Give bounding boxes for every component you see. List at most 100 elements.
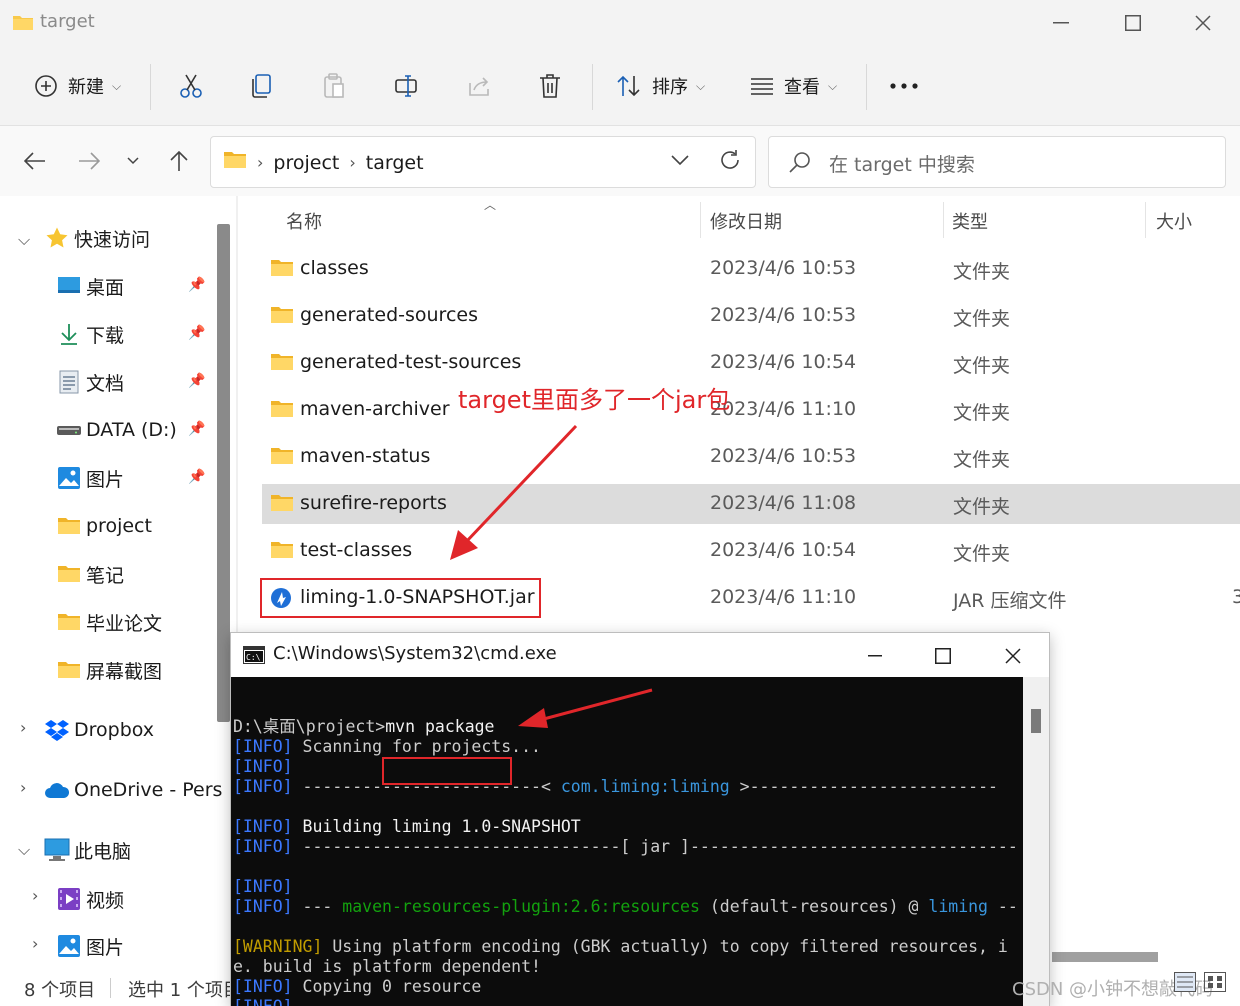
more-button[interactable] — [890, 68, 918, 104]
log-text: --------------------------------[ jar ]-… — [292, 837, 1018, 856]
sidebar-item-label: 下载 — [86, 324, 125, 347]
pin-icon[interactable]: 📌 — [188, 469, 205, 485]
file-row[interactable]: maven-status 2023/4/6 10:53 文件夹 — [262, 437, 1240, 477]
log-tag: [INFO] — [233, 897, 293, 916]
minimize-button[interactable] — [1036, 6, 1086, 40]
file-row[interactable]: surefire-reports 2023/4/6 11:08 文件夹 — [262, 484, 1240, 524]
sort-button[interactable]: 排序 ⌵ — [616, 68, 705, 104]
cmd-close-button[interactable] — [991, 641, 1035, 671]
file-row[interactable]: generated-test-sources 2023/4/6 10:54 文件… — [262, 343, 1240, 383]
chevron-right-icon[interactable]: › — [32, 886, 38, 905]
sidebar-item-label: DATA (D:) — [86, 419, 177, 441]
folder-icon — [270, 258, 294, 282]
pin-icon[interactable]: 📌 — [188, 373, 205, 389]
sidebar-item-documents[interactable]: 文档 — [56, 367, 124, 397]
sidebar-item-quick-access[interactable]: 快速访问 — [44, 223, 150, 253]
chevron-right-icon[interactable]: › — [32, 934, 38, 953]
sidebar-item-label: OneDrive - Pers — [74, 779, 223, 801]
chevron-right-icon[interactable]: › — [20, 718, 26, 737]
copy-button[interactable] — [250, 68, 274, 104]
column-divider[interactable] — [1145, 202, 1146, 238]
chevron-down-icon[interactable] — [671, 151, 689, 170]
sidebar-item-pc-pictures[interactable]: 图片 — [56, 931, 124, 961]
sidebar-item-label: 笔记 — [86, 564, 125, 587]
file-row[interactable]: maven-archiver 2023/4/6 11:10 文件夹 — [262, 390, 1240, 430]
sort-icon — [616, 74, 642, 98]
details-view-icon[interactable] — [1174, 972, 1196, 996]
view-mode-switch — [1174, 972, 1226, 996]
window-title: target — [40, 11, 95, 32]
sidebar-scrollbar[interactable] — [217, 224, 230, 722]
sidebar-item-this-pc[interactable]: 此电脑 — [44, 835, 131, 865]
sidebar-item-downloads[interactable]: 下载 — [56, 319, 124, 349]
search-box[interactable]: 在 target 中搜索 — [768, 136, 1226, 188]
view-button[interactable]: 查看 ⌵ — [750, 68, 837, 104]
close-button[interactable] — [1178, 6, 1228, 40]
pin-icon[interactable]: 📌 — [188, 421, 205, 437]
sidebar-item-screenshots[interactable]: 屏幕截图 — [56, 655, 162, 685]
sidebar-item-label: 图片 — [86, 936, 125, 959]
folder-icon — [270, 540, 294, 564]
cmd-title: C:\Windows\System32\cmd.exe — [273, 643, 557, 664]
chevron-down-icon[interactable]: ⌵ — [18, 840, 30, 860]
file-name: maven-status — [300, 445, 431, 467]
column-divider[interactable] — [943, 202, 944, 238]
file-row[interactable]: test-classes 2023/4/6 10:54 文件夹 — [262, 531, 1240, 571]
file-row[interactable]: generated-sources 2023/4/6 10:53 文件夹 — [262, 296, 1240, 336]
cut-button[interactable] — [178, 68, 204, 104]
cmd-minimize-button[interactable] — [853, 641, 897, 671]
column-header-name[interactable]: 名称 — [286, 208, 322, 234]
sidebar-item-desktop[interactable]: 桌面 — [56, 271, 124, 301]
breadcrumb-project[interactable]: project — [273, 152, 339, 174]
divider — [150, 64, 151, 110]
column-header-size[interactable]: 大小 — [1156, 208, 1192, 234]
file-row[interactable]: classes 2023/4/6 10:53 文件夹 — [262, 249, 1240, 289]
log-gav: com.liming:liming — [560, 777, 730, 796]
rename-icon — [394, 73, 420, 99]
maximize-button[interactable] — [1108, 6, 1158, 40]
chevron-down-icon: ⌵ — [696, 78, 706, 93]
pin-icon[interactable]: 📌 — [188, 277, 205, 293]
sidebar-item-dropbox[interactable]: Dropbox — [44, 715, 154, 745]
paste-button[interactable] — [322, 68, 346, 104]
share-button[interactable] — [466, 68, 492, 104]
sidebar-item-thesis[interactable]: 毕业论文 — [56, 607, 162, 637]
sidebar-item-pictures[interactable]: 图片 — [56, 463, 124, 493]
delete-button[interactable] — [538, 68, 562, 104]
column-header-date[interactable]: 修改日期 — [710, 208, 782, 234]
log-text: Using platform encoding (GBK actually) t… — [322, 937, 1008, 956]
address-bar[interactable]: › project › target — [210, 136, 756, 188]
sidebar-item-label: 毕业论文 — [86, 612, 163, 635]
chevron-right-icon[interactable]: › — [20, 778, 26, 797]
cmd-scroll-thumb[interactable] — [1031, 709, 1041, 733]
rename-button[interactable] — [394, 68, 420, 104]
breadcrumb-target[interactable]: target — [366, 152, 424, 174]
forward-button[interactable] — [72, 144, 106, 178]
sidebar-item-data-drive[interactable]: DATA (D:) — [56, 415, 177, 445]
chevron-down-icon[interactable]: ⌵ — [18, 230, 30, 250]
refresh-icon[interactable] — [719, 149, 741, 175]
pin-icon[interactable]: 📌 — [188, 325, 205, 341]
log-text: Copying 0 resource — [292, 977, 482, 996]
sidebar-item-onedrive[interactable]: OneDrive - Pers — [44, 775, 222, 805]
new-button[interactable]: 新建 ⌵ — [34, 68, 121, 104]
tiles-view-icon[interactable] — [1204, 972, 1226, 996]
sidebar-item-notes[interactable]: 笔记 — [56, 559, 124, 589]
file-list-scrollbar[interactable] — [1052, 952, 1158, 962]
cmd-scrollbar[interactable] — [1023, 677, 1049, 1006]
cmd-maximize-button[interactable] — [921, 641, 965, 671]
column-divider[interactable] — [700, 202, 701, 238]
console-line: [INFO] — [233, 757, 293, 777]
file-name: generated-sources — [300, 304, 478, 326]
column-header-type[interactable]: 类型 — [952, 208, 988, 234]
console-line: [INFO] --------------------------------[… — [233, 837, 1018, 857]
back-button[interactable] — [18, 144, 52, 178]
sidebar-item-project[interactable]: project — [56, 511, 152, 541]
console-line: [INFO] Copying 0 resource — [233, 977, 481, 997]
recent-locations-button[interactable] — [116, 144, 150, 178]
log-text: Scanning for projects... — [292, 737, 541, 756]
sidebar-item-label: 文档 — [86, 372, 125, 395]
sidebar-item-videos[interactable]: 视频 — [56, 884, 124, 914]
up-button[interactable] — [162, 144, 196, 178]
desktop-icon — [56, 273, 82, 299]
